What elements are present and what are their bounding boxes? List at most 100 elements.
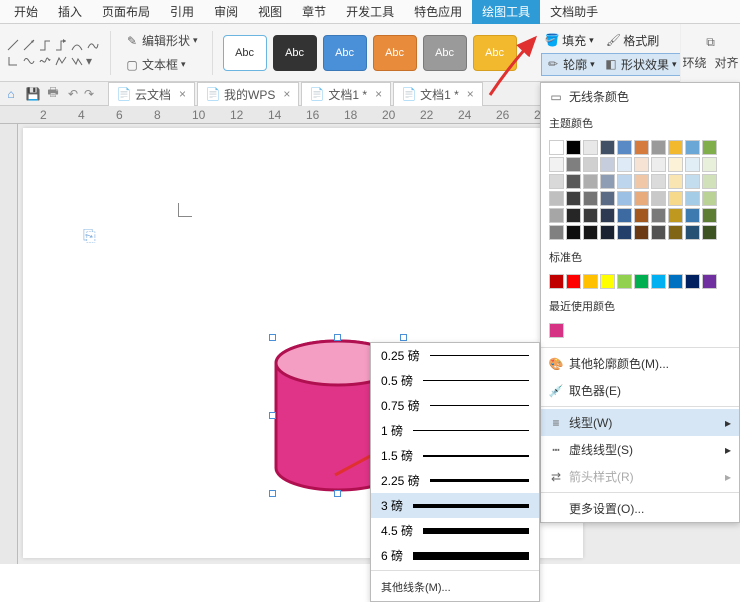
document-tab-3[interactable]: 📄文档1 *× <box>393 82 483 106</box>
color-swatch[interactable] <box>617 191 632 206</box>
color-swatch[interactable] <box>600 174 615 189</box>
line-weight-option[interactable]: 0.25 磅 <box>371 343 539 368</box>
close-tab-icon[interactable]: × <box>467 87 474 101</box>
connector-arrow-icon[interactable] <box>54 38 68 52</box>
align-label[interactable]: 对齐 <box>715 54 739 71</box>
color-swatch[interactable] <box>617 208 632 223</box>
color-swatch[interactable] <box>617 174 632 189</box>
menu-item-3[interactable]: 引用 <box>160 0 204 24</box>
menu-item-6[interactable]: 章节 <box>292 0 336 24</box>
color-swatch[interactable] <box>600 191 615 206</box>
color-swatch[interactable] <box>702 208 717 223</box>
color-swatch[interactable] <box>600 157 615 172</box>
menu-item-5[interactable]: 视图 <box>248 0 292 24</box>
eyedropper-option[interactable]: 💉取色器(E) <box>541 377 739 404</box>
color-swatch[interactable] <box>566 208 581 223</box>
color-swatch[interactable] <box>583 174 598 189</box>
color-swatch[interactable] <box>702 157 717 172</box>
color-swatch[interactable] <box>583 208 598 223</box>
color-swatch[interactable] <box>549 274 564 289</box>
menu-item-4[interactable]: 审阅 <box>204 0 248 24</box>
line-type-option[interactable]: ≡线型(W)▸ <box>541 409 739 436</box>
color-swatch[interactable] <box>617 157 632 172</box>
freeform-icon[interactable] <box>22 54 36 68</box>
color-swatch[interactable] <box>566 191 581 206</box>
color-swatch[interactable] <box>583 225 598 240</box>
color-swatch[interactable] <box>634 174 649 189</box>
document-tab-2[interactable]: 📄文档1 *× <box>301 82 391 106</box>
color-swatch[interactable] <box>549 157 564 172</box>
color-swatch[interactable] <box>702 225 717 240</box>
outline-button[interactable]: ✏轮廓▾ ◧形状效果▾ <box>541 53 681 76</box>
color-swatch[interactable] <box>685 191 700 206</box>
color-swatch[interactable] <box>702 274 717 289</box>
menu-item-8[interactable]: 特色应用 <box>404 0 472 24</box>
more-outline-colors-option[interactable]: 🎨其他轮廓颜色(M)... <box>541 350 739 377</box>
color-swatch[interactable] <box>685 174 700 189</box>
fill-button[interactable]: 🪣填充▾ 🖌格式刷 <box>541 30 681 51</box>
color-swatch[interactable] <box>549 140 564 155</box>
wrap-icon[interactable]: ⧉ <box>704 36 718 50</box>
color-swatch[interactable] <box>600 274 615 289</box>
edit-shape-button[interactable]: ✎编辑形状▾ <box>121 30 202 51</box>
color-swatch[interactable] <box>668 191 683 206</box>
textbox-button[interactable]: ▢文本框▾ <box>121 54 202 75</box>
home-icon[interactable]: ⌂ <box>4 87 18 101</box>
color-swatch[interactable] <box>668 274 683 289</box>
line-weight-option[interactable]: 1 磅 <box>371 418 539 443</box>
color-swatch[interactable] <box>668 208 683 223</box>
color-swatch[interactable] <box>685 274 700 289</box>
dash-type-option[interactable]: ┅虚线线型(S)▸ <box>541 436 739 463</box>
color-swatch[interactable] <box>566 225 581 240</box>
color-swatch[interactable] <box>651 174 666 189</box>
color-swatch[interactable] <box>702 191 717 206</box>
color-swatch[interactable] <box>702 174 717 189</box>
color-swatch[interactable] <box>651 208 666 223</box>
style-sample-0[interactable]: Abc <box>223 35 267 71</box>
gallery-dropdown-icon[interactable]: ▾ <box>527 47 532 58</box>
menu-item-2[interactable]: 页面布局 <box>92 0 160 24</box>
close-tab-icon[interactable]: × <box>179 87 186 101</box>
color-swatch[interactable] <box>668 140 683 155</box>
menu-item-9[interactable]: 绘图工具 <box>472 0 540 24</box>
color-swatch[interactable] <box>600 140 615 155</box>
style-sample-2[interactable]: Abc <box>323 35 367 71</box>
color-swatch[interactable] <box>651 225 666 240</box>
color-swatch[interactable] <box>549 323 564 338</box>
color-swatch[interactable] <box>634 140 649 155</box>
color-swatch[interactable] <box>634 191 649 206</box>
line-icon[interactable] <box>6 38 20 52</box>
color-swatch[interactable] <box>566 140 581 155</box>
line-weight-option[interactable]: 0.75 磅 <box>371 393 539 418</box>
line-weight-option[interactable]: 2.25 磅 <box>371 468 539 493</box>
polyline-icon[interactable] <box>54 54 68 68</box>
curve-icon[interactable] <box>70 38 84 52</box>
zigzag-icon[interactable] <box>70 54 84 68</box>
color-swatch[interactable] <box>634 208 649 223</box>
color-swatch[interactable] <box>668 174 683 189</box>
color-swatch[interactable] <box>566 274 581 289</box>
document-tab-1[interactable]: 📄我的WPS× <box>197 82 299 106</box>
color-swatch[interactable] <box>685 225 700 240</box>
document-tab-0[interactable]: 📄云文档× <box>108 82 195 106</box>
menu-item-7[interactable]: 开发工具 <box>336 0 404 24</box>
close-tab-icon[interactable]: × <box>283 87 290 101</box>
color-swatch[interactable] <box>549 191 564 206</box>
color-swatch[interactable] <box>617 140 632 155</box>
line-weight-option[interactable]: 3 磅 <box>371 493 539 518</box>
more-shapes-dropdown[interactable]: ▾ <box>86 54 100 68</box>
menu-item-10[interactable]: 文档助手 <box>540 0 608 24</box>
color-swatch[interactable] <box>566 174 581 189</box>
color-swatch[interactable] <box>583 140 598 155</box>
style-sample-4[interactable]: Abc <box>423 35 467 71</box>
color-swatch[interactable] <box>600 225 615 240</box>
color-swatch[interactable] <box>617 274 632 289</box>
color-swatch[interactable] <box>549 208 564 223</box>
other-lines-option[interactable]: 其他线条(M)... <box>371 573 539 601</box>
line-weight-option[interactable]: 4.5 磅 <box>371 518 539 543</box>
color-swatch[interactable] <box>668 225 683 240</box>
color-swatch[interactable] <box>583 157 598 172</box>
color-swatch[interactable] <box>566 157 581 172</box>
menu-item-1[interactable]: 插入 <box>48 0 92 24</box>
color-swatch[interactable] <box>634 274 649 289</box>
